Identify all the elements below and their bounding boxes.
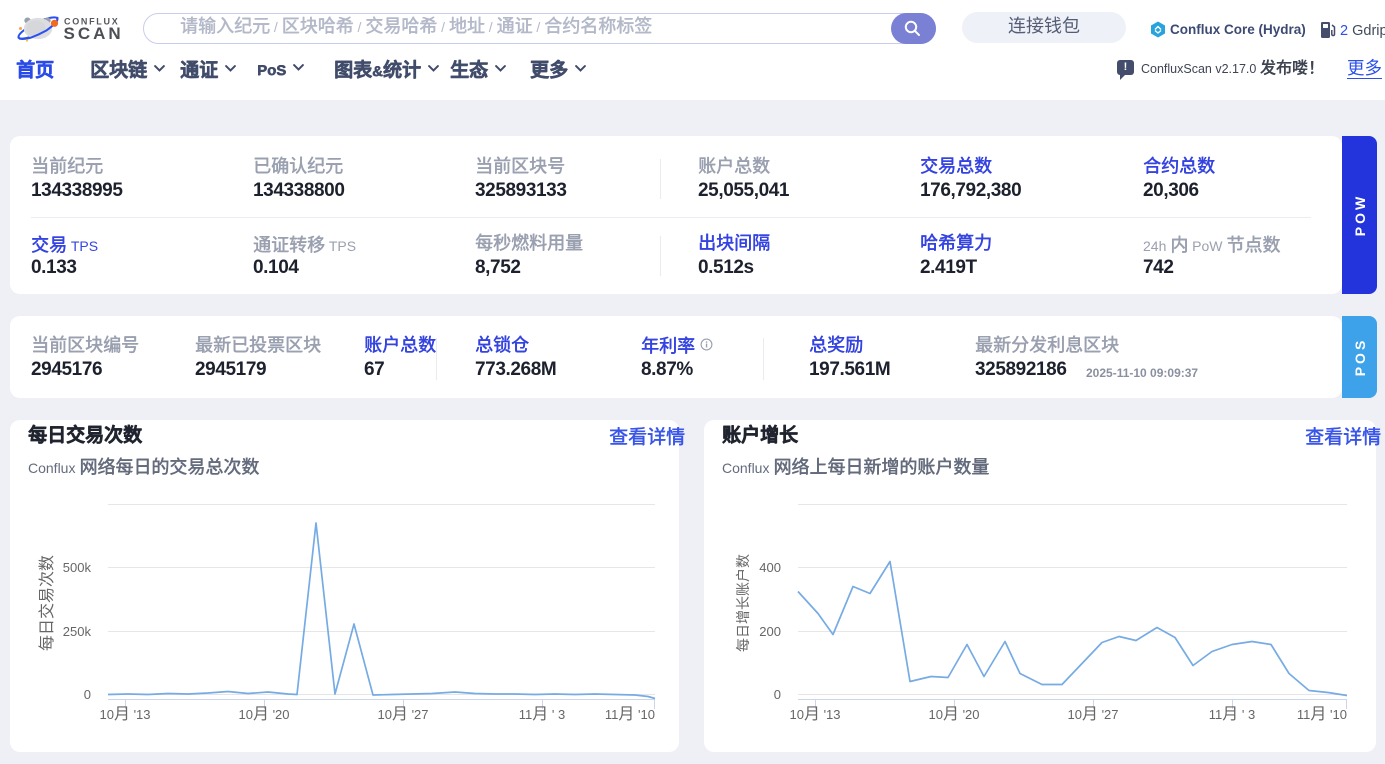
svg-text:250k: 250k [63, 624, 92, 639]
svg-text:11月 ' 3: 11月 ' 3 [519, 706, 565, 723]
svg-text:10月 '27: 10月 '27 [377, 706, 428, 723]
svg-text:11月 '10: 11月 '10 [605, 706, 655, 723]
svg-text:10月 '27: 10月 '27 [1067, 706, 1118, 723]
svg-text:10月 '20: 10月 '20 [238, 706, 289, 723]
svg-text:11月 ' 3: 11月 ' 3 [1209, 706, 1255, 723]
svg-text:0: 0 [774, 687, 781, 702]
svg-text:每日增长账户数: 每日增长账户数 [735, 554, 751, 652]
svg-text:11月 '10: 11月 '10 [1297, 706, 1347, 723]
svg-text:每日交易次数: 每日交易次数 [38, 555, 56, 651]
svg-text:400: 400 [759, 560, 781, 575]
svg-text:10月 '20: 10月 '20 [928, 706, 979, 723]
svg-text:SCAN: SCAN [64, 24, 124, 43]
svg-text:500k: 500k [63, 560, 92, 575]
svg-text:10月 '13: 10月 '13 [99, 706, 150, 723]
svg-text:200: 200 [759, 624, 781, 639]
svg-text:0: 0 [84, 687, 91, 702]
svg-text:10月 '13: 10月 '13 [789, 706, 840, 723]
